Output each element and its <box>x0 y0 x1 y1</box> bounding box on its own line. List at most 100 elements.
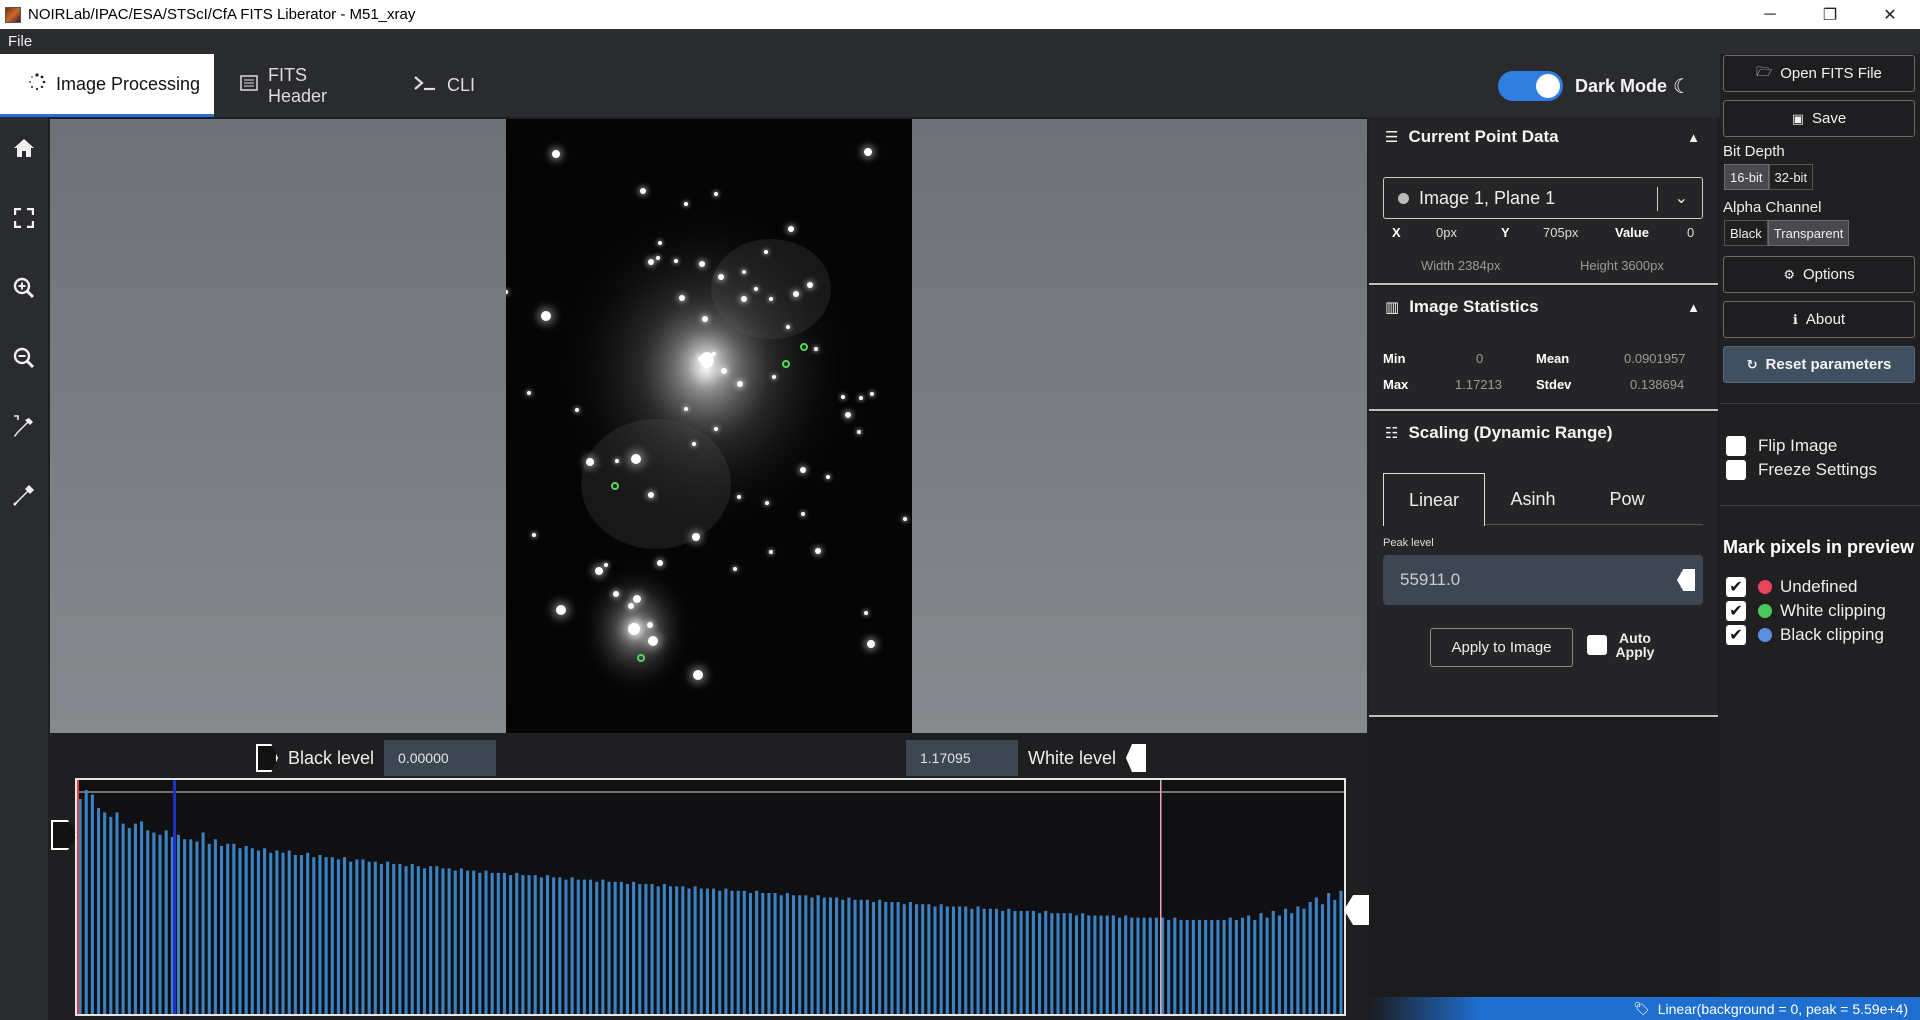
histogram-bar <box>133 823 137 1014</box>
tab-fits-header[interactable]: FITS Header <box>240 54 370 117</box>
alpha-black[interactable]: Black <box>1724 220 1768 246</box>
stdev-value: 0.138694 <box>1630 377 1685 392</box>
histogram-bar <box>1179 919 1183 1014</box>
zoom-in-button[interactable] <box>0 268 48 312</box>
freeze-settings-checkbox[interactable] <box>1726 460 1746 480</box>
close-button[interactable]: ✕ <box>1860 0 1920 29</box>
histogram-bar <box>976 906 980 1014</box>
plane-select[interactable]: Image 1, Plane 1 ⌄ <box>1383 177 1703 219</box>
menu-file[interactable]: File <box>0 33 32 50</box>
statistics-header[interactable]: ▥ Image Statistics ▲ <box>1369 287 1718 327</box>
options-label: Options <box>1802 266 1855 283</box>
point-data-header[interactable]: ☰ Current Point Data ▲ <box>1369 117 1718 157</box>
eyedropper-filled-button[interactable] <box>0 475 48 519</box>
scaling-header[interactable]: ☷ Scaling (Dynamic Range) <box>1369 413 1718 453</box>
histogram-bar <box>158 834 162 1014</box>
sliders-icon: ☷ <box>1385 425 1399 442</box>
options-button[interactable]: ⚙ Options <box>1723 256 1915 293</box>
tab-label: FITS Header <box>268 64 328 106</box>
image-preview[interactable] <box>50 119 1367 733</box>
histogram-bar <box>404 866 408 1014</box>
tab-cli[interactable]: CLI <box>413 54 493 117</box>
histogram-bar <box>890 902 894 1014</box>
histogram-bar <box>189 839 193 1014</box>
undefined-checkbox[interactable]: ✔ <box>1726 577 1746 597</box>
star <box>867 640 875 648</box>
histogram-bar <box>884 902 888 1014</box>
bit-depth-32[interactable]: 32-bit <box>1768 164 1814 190</box>
histogram-bar <box>791 895 796 1014</box>
star <box>702 316 708 322</box>
histogram-bar <box>773 893 777 1014</box>
histogram-bar <box>1197 919 1202 1014</box>
eyedropper-button[interactable] <box>0 407 48 451</box>
white-level-handle-icon[interactable] <box>1126 744 1147 772</box>
histogram-bar <box>988 908 992 1014</box>
histogram-bar <box>496 872 500 1014</box>
tab-pow[interactable]: Pow <box>1581 473 1673 525</box>
histogram-bar <box>435 866 439 1014</box>
histogram-bar <box>1277 915 1281 1014</box>
histogram-bar <box>275 850 279 1014</box>
star <box>864 148 872 156</box>
tab-asinh[interactable]: Asinh <box>1485 473 1581 525</box>
restore-button[interactable]: ❐ <box>1800 0 1860 29</box>
histogram-bar <box>564 879 568 1014</box>
home-button[interactable] <box>0 128 48 172</box>
histogram-bar <box>841 899 845 1014</box>
left-toolbar <box>0 117 48 1020</box>
histogram-bar <box>1142 917 1146 1014</box>
star <box>737 381 743 387</box>
tab-linear[interactable]: Linear <box>1383 473 1485 526</box>
histogram-bar <box>576 879 580 1014</box>
zoom-out-button[interactable] <box>0 338 48 382</box>
peak-level-input[interactable]: 55911.0 <box>1383 555 1703 605</box>
white-clipping-checkbox[interactable]: ✔ <box>1726 601 1746 621</box>
black-level-input[interactable]: 0.00000 <box>384 740 497 776</box>
peak-level-handle[interactable] <box>1677 569 1695 591</box>
histogram-bar <box>343 857 347 1014</box>
histogram-bar <box>1296 906 1300 1014</box>
apply-to-image-button[interactable]: Apply to Image <box>1430 628 1573 667</box>
freeze-settings-label: Freeze Settings <box>1758 460 1878 479</box>
bit-depth-16[interactable]: 16-bit <box>1724 164 1769 190</box>
tab-image-processing[interactable]: Image Processing <box>0 54 214 117</box>
histogram-bar <box>164 830 168 1014</box>
histogram-bar <box>213 839 217 1014</box>
save-button[interactable]: ▣ Save <box>1723 100 1915 137</box>
histogram-bar <box>1271 910 1275 1014</box>
alpha-transparent[interactable]: Transparent <box>1767 220 1850 246</box>
auto-apply-label: Auto Apply <box>1615 630 1655 660</box>
fit-screen-button[interactable] <box>0 198 48 242</box>
flip-image-checkbox[interactable] <box>1726 436 1746 456</box>
star <box>532 533 536 537</box>
histogram-bar <box>1124 915 1128 1014</box>
star <box>754 287 758 291</box>
plane-select-value: Image 1, Plane 1 <box>1419 187 1556 208</box>
minimize-button[interactable]: ─ <box>1740 0 1800 29</box>
star <box>633 595 641 603</box>
dark-mode-control: Dark Mode ☾ <box>1498 71 1691 101</box>
open-fits-button[interactable]: 🗁 Open FITS File <box>1723 55 1915 92</box>
dark-mode-toggle[interactable] <box>1498 71 1563 101</box>
star <box>765 501 769 505</box>
moon-icon: ☾ <box>1673 75 1691 98</box>
histogram-bar <box>1284 908 1288 1014</box>
white-level-input[interactable]: 1.17095 <box>906 740 1018 776</box>
auto-apply-checkbox[interactable] <box>1587 635 1607 655</box>
star <box>764 250 768 254</box>
histogram-bar <box>306 852 310 1014</box>
black-level-handle-icon[interactable] <box>256 744 278 772</box>
histogram-bar <box>1308 902 1312 1014</box>
chevron-up-icon[interactable]: ▲ <box>1687 130 1700 145</box>
histogram-bar <box>945 906 949 1014</box>
histogram-chart[interactable] <box>75 778 1346 1016</box>
reset-parameters-button[interactable]: ↻ Reset parameters <box>1723 346 1915 383</box>
max-label: Max <box>1383 377 1409 392</box>
black-clipping-checkbox[interactable]: ✔ <box>1726 625 1746 645</box>
histogram-bar <box>1240 917 1245 1014</box>
histogram-bar <box>718 890 722 1014</box>
chevron-up-icon[interactable]: ▲ <box>1687 300 1700 315</box>
about-button[interactable]: ℹ About <box>1723 301 1915 338</box>
histogram-bar <box>336 859 340 1014</box>
